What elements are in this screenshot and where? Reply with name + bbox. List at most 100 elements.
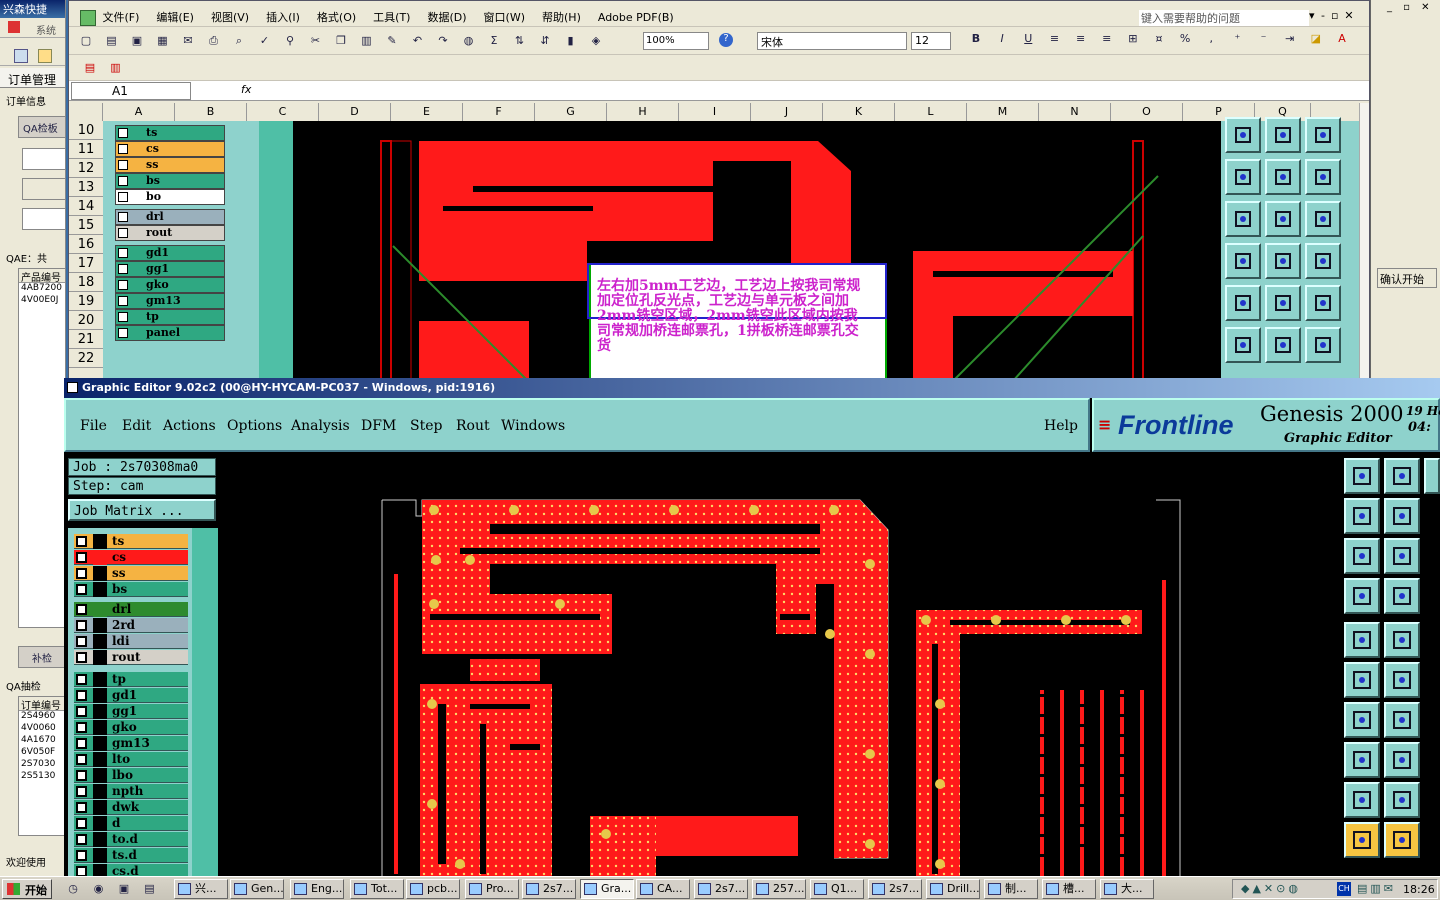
- send-back-icon[interactable]: [1384, 458, 1420, 494]
- layer-row[interactable]: 2rd: [74, 618, 188, 633]
- layer-checkbox[interactable]: [76, 818, 87, 829]
- row-header[interactable]: 13: [69, 178, 103, 197]
- row-header[interactable]: 21: [69, 330, 103, 349]
- layer-color-swatch[interactable]: [93, 602, 107, 617]
- tray-icons[interactable]: ▤▥✉: [1357, 882, 1396, 895]
- snap-icon[interactable]: [1225, 159, 1261, 195]
- order-column-header[interactable]: 订单编号: [19, 697, 65, 711]
- layer-checkbox[interactable]: [76, 722, 87, 733]
- print-preview-icon[interactable]: ⌕: [231, 33, 247, 49]
- select-all-corner[interactable]: [69, 103, 103, 121]
- permission-icon[interactable]: ▦: [155, 33, 171, 49]
- folder-icon[interactable]: [38, 49, 52, 63]
- layer-color-swatch[interactable]: [93, 704, 107, 719]
- layer-color-swatch[interactable]: [93, 768, 107, 783]
- layer-checkbox[interactable]: [76, 636, 87, 647]
- row-header[interactable]: 16: [69, 235, 103, 254]
- chart-wizard-icon[interactable]: ▮: [563, 33, 579, 49]
- angle-icon[interactable]: [1344, 702, 1380, 738]
- layer-color-swatch[interactable]: [93, 720, 107, 735]
- excel-menu-item[interactable]: 文件(F): [103, 9, 140, 25]
- print-icon[interactable]: ⎙: [206, 33, 222, 49]
- ruler-icon[interactable]: [1305, 201, 1341, 237]
- select-icon[interactable]: [1344, 622, 1380, 658]
- save-icon[interactable]: ▣: [129, 33, 145, 49]
- format-painter-icon[interactable]: ✎: [384, 33, 400, 49]
- layer-row[interactable]: npth: [74, 784, 188, 799]
- recheck-button[interactable]: 补检: [18, 646, 65, 668]
- move-node-icon[interactable]: [1344, 662, 1380, 698]
- pointer-icon[interactable]: [1344, 822, 1380, 858]
- excel-menu-item[interactable]: 窗口(W): [484, 9, 525, 25]
- layer-icon[interactable]: [1305, 159, 1341, 195]
- column-header[interactable]: G: [535, 103, 607, 121]
- product-list[interactable]: 产品编号 4AB7200 4V00E0J: [18, 268, 65, 628]
- currency-icon[interactable]: ¤: [1151, 31, 1167, 47]
- edit-shape-icon[interactable]: [1265, 201, 1301, 237]
- list-item[interactable]: 4A1670: [19, 735, 65, 747]
- hyperlink-icon[interactable]: ◍: [461, 33, 477, 49]
- excel-menu-item[interactable]: 格式(O): [317, 9, 356, 25]
- input-field-2[interactable]: [22, 178, 65, 200]
- menu-step[interactable]: Step: [410, 418, 442, 434]
- send-top-icon[interactable]: [1344, 458, 1380, 494]
- layer-color-swatch[interactable]: [93, 848, 107, 863]
- quick-launch-icon[interactable]: ◷: [65, 881, 81, 897]
- layer-checkbox[interactable]: [76, 674, 87, 685]
- taskbar-button[interactable]: 2s7...: [522, 879, 576, 899]
- column-header[interactable]: I: [679, 103, 751, 121]
- input-field-3[interactable]: [22, 208, 65, 230]
- layer-row[interactable]: gm13: [74, 736, 188, 751]
- bold-button[interactable]: B: [968, 31, 984, 47]
- row-header[interactable]: 19: [69, 292, 103, 311]
- layer-checkbox[interactable]: [76, 786, 87, 797]
- pan-icon[interactable]: [1265, 117, 1301, 153]
- draw-line-icon[interactable]: [1384, 702, 1420, 738]
- row-header[interactable]: 14: [69, 197, 103, 216]
- font-color-icon[interactable]: A: [1334, 31, 1350, 47]
- layer-checkbox[interactable]: [76, 652, 87, 663]
- layer-row[interactable]: lbo: [74, 768, 188, 783]
- select-icon[interactable]: [1225, 201, 1261, 237]
- research-icon[interactable]: ⚲: [282, 33, 298, 49]
- layer-checkbox[interactable]: [76, 834, 87, 845]
- list-item[interactable]: 4V0060: [19, 723, 65, 735]
- column-header[interactable]: O: [1111, 103, 1183, 121]
- comma-icon[interactable]: ,: [1203, 31, 1219, 47]
- row-header[interactable]: 22: [69, 349, 103, 368]
- layer-checkbox[interactable]: [76, 802, 87, 813]
- undo-icon[interactable]: ↶: [410, 33, 426, 49]
- layer-row[interactable]: bs: [74, 582, 188, 597]
- font-select[interactable]: 宋体: [757, 32, 907, 50]
- genesis-title-bar[interactable]: Graphic Editor 9.02c2 (00@HY-HYCAM-PC037…: [64, 378, 1440, 398]
- list-item[interactable]: 2S7030: [19, 759, 65, 771]
- layer-checkbox[interactable]: [76, 706, 87, 717]
- taskbar-button[interactable]: Gra...: [580, 879, 634, 899]
- italic-button[interactable]: I: [994, 31, 1010, 47]
- list-item[interactable]: 2S5130: [19, 771, 65, 783]
- column-header[interactable]: J: [751, 103, 823, 121]
- quick-launch-icon[interactable]: ▤: [142, 881, 158, 897]
- merge-icon[interactable]: ⊞: [1125, 31, 1141, 47]
- window-controls[interactable]: _ ▫ ✕: [1387, 2, 1439, 16]
- pointer-alt-icon[interactable]: [1384, 822, 1420, 858]
- taskbar-button[interactable]: 2s7...: [694, 879, 748, 899]
- layer-checkbox[interactable]: [76, 604, 87, 615]
- right-icon[interactable]: [1384, 498, 1420, 534]
- list-item[interactable]: 4AB7200: [19, 283, 65, 295]
- zoom-select[interactable]: 100%: [643, 32, 709, 50]
- grid-icon[interactable]: [1265, 159, 1301, 195]
- layer-row[interactable]: ts.d: [74, 848, 188, 863]
- layer-row[interactable]: gko: [74, 720, 188, 735]
- column-header[interactable]: C: [247, 103, 319, 121]
- rotate-icon[interactable]: [1305, 285, 1341, 321]
- zoom-fit-icon[interactable]: [1225, 117, 1261, 153]
- help-icon[interactable]: ?: [719, 33, 733, 47]
- list-item[interactable]: 6V050F: [19, 747, 65, 759]
- taskbar-button[interactable]: Gen...: [230, 879, 284, 899]
- more-tools-button[interactable]: [1424, 458, 1440, 494]
- layer-row[interactable]: ldi: [74, 634, 188, 649]
- layer-row[interactable]: cs: [74, 550, 188, 565]
- zoom-fit-icon[interactable]: [1344, 538, 1380, 574]
- zoom-ratio-icon[interactable]: [1305, 117, 1341, 153]
